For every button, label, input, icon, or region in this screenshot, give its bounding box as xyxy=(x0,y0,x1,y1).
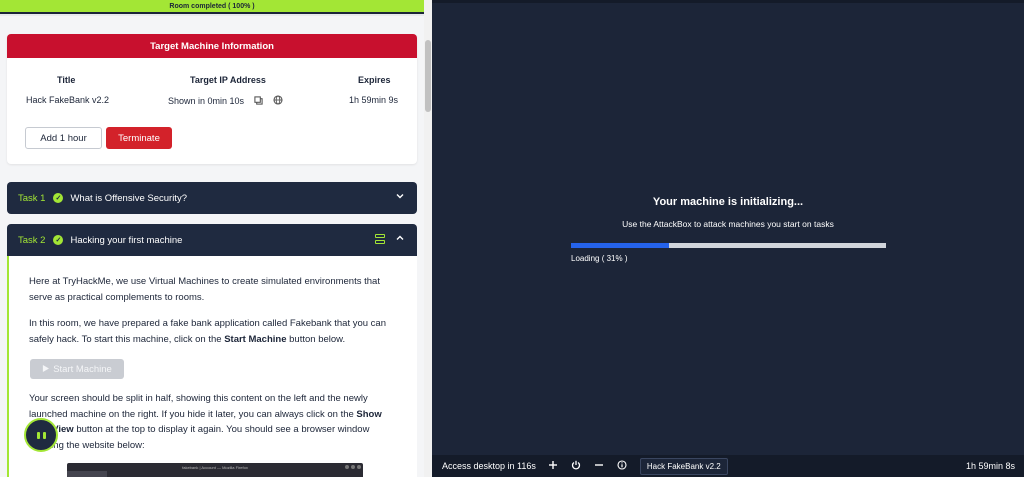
paragraph-intro: Here at TryHackMe, we use Virtual Machin… xyxy=(29,276,380,303)
target-ip-cell: Shown in 0min 10s xyxy=(168,95,283,107)
room-content-panel: Room completed ( 100% ) Target Machine I… xyxy=(0,0,424,477)
loading-label: Loading ( 31% ) xyxy=(571,254,628,263)
start-machine-label: Start Machine xyxy=(53,363,112,375)
pause-icon-bar xyxy=(42,431,46,439)
target-machine-card: Target Machine Information Title Target … xyxy=(7,34,417,164)
preview-tab xyxy=(67,471,107,477)
start-machine-button[interactable]: Start Machine xyxy=(30,359,124,379)
attackbox-panel: Your machine is initializing... Use the … xyxy=(432,0,1024,477)
target-ip-value: Shown in 0min 10s xyxy=(168,96,245,106)
left-scrollbar-thumb[interactable] xyxy=(425,40,431,112)
pause-icon-bar xyxy=(36,431,40,439)
check-icon: ✓ xyxy=(53,193,64,203)
text-span: button below. xyxy=(286,333,346,345)
add-hour-button[interactable]: Add 1 hour xyxy=(25,127,102,149)
window-dot xyxy=(351,465,355,469)
pause-fab-button[interactable] xyxy=(24,418,58,452)
check-icon: ✓ xyxy=(53,235,64,245)
task-2-content: Here at TryHackMe, we use Virtual Machin… xyxy=(7,256,417,477)
loading-progress-fill xyxy=(571,243,669,248)
preview-window-title: fakebank | Account — Mozilla Firefox xyxy=(182,465,248,470)
room-progress-bar: Room completed ( 100% ) xyxy=(0,0,424,16)
server-icon[interactable] xyxy=(375,234,385,245)
chevron-up-icon[interactable] xyxy=(395,233,405,246)
expires-column-header: Expires xyxy=(358,75,391,85)
copy-icon[interactable] xyxy=(254,95,263,107)
chevron-down-icon[interactable] xyxy=(395,191,405,204)
bold-text: Start Machine xyxy=(224,333,287,345)
loading-progress-bar xyxy=(571,243,886,248)
power-icon[interactable] xyxy=(570,460,582,473)
progress-divider xyxy=(0,12,424,14)
window-dot xyxy=(357,465,361,469)
room-progress-fill: Room completed ( 100% ) xyxy=(0,0,424,12)
task-title: What is Offensive Security? xyxy=(70,192,187,204)
minus-icon[interactable] xyxy=(593,460,605,473)
title-column-header: Title xyxy=(57,75,76,85)
info-icon[interactable] xyxy=(616,459,628,473)
terminate-button[interactable]: Terminate xyxy=(106,127,172,149)
machine-toolbar: Access desktop in 116s Hack FakeBank v2.… xyxy=(432,455,1024,477)
text-span: button at the top to display it again. Y… xyxy=(29,424,370,451)
paragraph-split-view: Your screen should be split in half, sho… xyxy=(29,391,401,453)
play-icon xyxy=(42,364,50,375)
text-span: Your screen should be split in half, sho… xyxy=(29,393,368,420)
task-2-header[interactable]: Task 2 ✓ Hacking your first machine xyxy=(7,224,417,256)
room-progress-label: Room completed ( 100% ) xyxy=(169,2,255,10)
window-dot xyxy=(345,465,349,469)
task-1-header[interactable]: Task 1 ✓ What is Offensive Security? xyxy=(7,182,417,214)
expires-value: 1h 59min 9s xyxy=(349,95,399,105)
ip-column-header: Target IP Address xyxy=(190,75,266,85)
vm-timer: 1h 59min 8s xyxy=(965,461,1015,471)
init-title: Your machine is initializing... xyxy=(652,196,804,208)
machine-title: Hack FakeBank v2.2 xyxy=(26,95,110,105)
task-title: Hacking your first machine xyxy=(70,234,183,246)
init-subtitle: Use the AttackBox to attack machines you… xyxy=(622,219,834,229)
vm-tab[interactable]: Hack FakeBank v2.2 xyxy=(639,457,728,475)
top-border xyxy=(432,0,1024,3)
target-machine-header: Target Machine Information xyxy=(7,34,417,58)
task-number: Task 1 xyxy=(18,192,46,204)
plus-icon[interactable] xyxy=(547,460,559,473)
browser-preview-image: fakebank | Account — Mozilla Firefox xyxy=(67,463,363,477)
globe-icon[interactable] xyxy=(273,95,283,107)
paragraph-start-instructions: In this room, we have prepared a fake ba… xyxy=(29,316,401,347)
access-desktop-countdown: Access desktop in 116s xyxy=(442,461,536,471)
task-number: Task 2 xyxy=(18,234,46,246)
